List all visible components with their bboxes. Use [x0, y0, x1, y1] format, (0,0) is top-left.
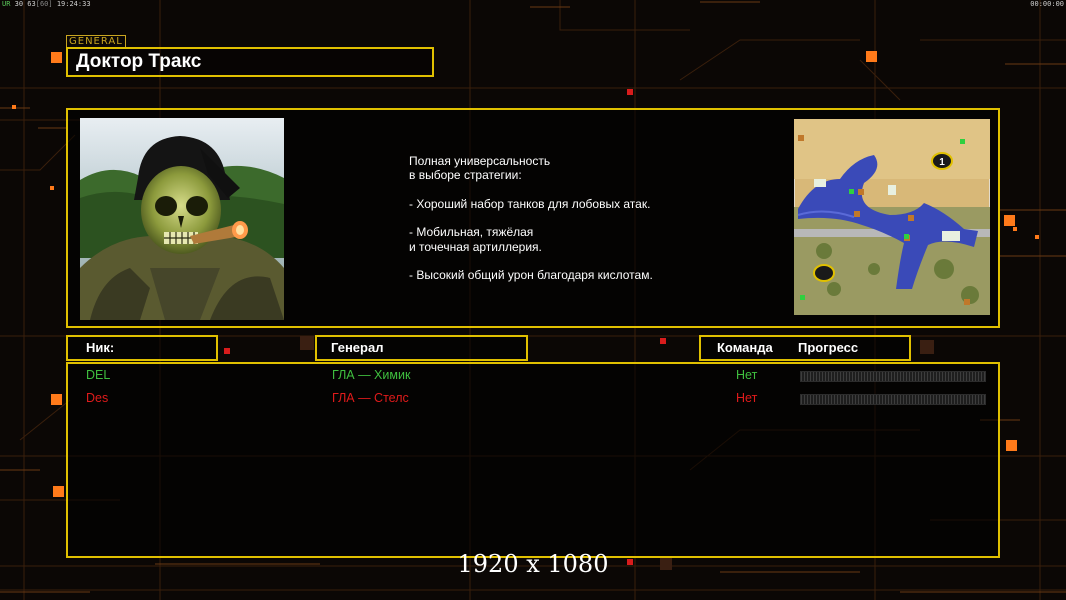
general-info-panel: Полная универсальность в выборе стратеги… [66, 108, 1000, 328]
general-description: Полная универсальность в выборе стратеги… [409, 154, 739, 282]
players-list: DEL ГЛА — Химик Нет Des ГЛА — Стелс Нет [66, 362, 1000, 558]
start-position-empty [813, 264, 835, 282]
column-header-team-progress: Команда Прогресс [699, 335, 911, 361]
player-progress-bar [800, 371, 986, 382]
player-team: Нет [736, 368, 758, 382]
description-line: Полная универсальность [409, 154, 551, 168]
resolution-label: 1920 x 1080 [457, 550, 609, 578]
general-title: Доктор Тракс [66, 47, 434, 77]
player-team: Нет [736, 391, 758, 405]
general-portrait [80, 118, 284, 320]
description-line: в выборе стратегии: [409, 168, 522, 183]
description-bullet: - Мобильная, тяжёлая [409, 225, 534, 240]
fps-counter: UR 30 63[60] 19:24:33 [2, 0, 91, 8]
player-row: DEL ГЛА — Химик Нет [68, 368, 998, 388]
column-header-progress: Прогресс [798, 340, 859, 355]
start-position-1: 1 [939, 157, 945, 168]
column-header-nick: Ник: [66, 335, 218, 361]
description-bullet: - Хороший набор танков для лобовых атак. [409, 196, 651, 211]
player-nick: DEL [86, 368, 111, 382]
debug-overlay: UR 30 63[60] 19:24:33 00:00:00 [0, 0, 1066, 10]
player-progress-bar [800, 394, 986, 405]
column-header-team: Команда [717, 340, 773, 355]
description-bullet: и точечная артиллерия. [409, 239, 542, 254]
player-nick: Des [86, 391, 109, 405]
player-general: ГЛА — Стелс [332, 391, 409, 405]
description-bullet: - Высокий общий урон благодаря кислотам. [409, 268, 653, 283]
game-timer: 00:00:00 [1030, 0, 1064, 8]
player-row: Des ГЛА — Стелс Нет [68, 391, 998, 411]
minimap: 1 [794, 119, 990, 315]
player-general: ГЛА — Химик [332, 368, 411, 382]
column-header-general: Генерал [315, 335, 528, 361]
